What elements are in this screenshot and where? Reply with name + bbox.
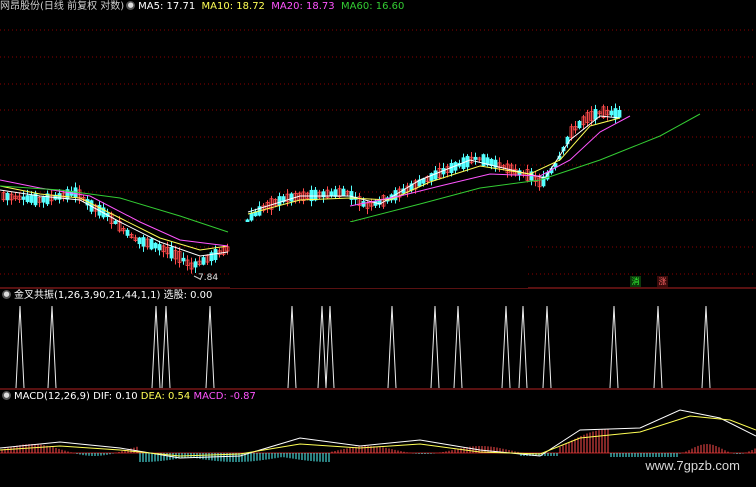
macd-value: MACD: -0.87 (193, 391, 256, 402)
candle-body (593, 109, 598, 120)
signal-spike (701, 305, 711, 389)
signal-header: ● 金叉共振(1,26,3,90,21,44,1,1) 选股: 0.00 (0, 290, 212, 302)
signal-spike (287, 305, 297, 389)
candle-body (157, 244, 162, 251)
macd-dea: DEA: 0.54 (140, 391, 191, 402)
macd-lines (0, 409, 756, 459)
candle-body (289, 193, 294, 202)
low-price-label: 7.84 (198, 273, 219, 283)
candle-body (141, 237, 146, 247)
candle-body (193, 261, 198, 268)
ma10-legend: MA10: 18.72 (201, 1, 265, 12)
stock-chart-window: { "header": { "title": "\u7f51\u6602\u80… (0, 0, 756, 487)
candle-body (137, 237, 142, 245)
signal-spike (430, 305, 440, 389)
chart-header: 网昂股份(日线 前复权 对数) ● MA5: 17.71 MA10: 18.72 M… (0, 1, 404, 13)
candle-body (333, 189, 338, 197)
ma20-legend: MA20: 18.73 (271, 1, 335, 12)
macd-histogram (1, 429, 756, 462)
candle-body (245, 219, 250, 223)
signal-spike (47, 305, 57, 389)
signal-spike (15, 305, 25, 389)
candle-body (329, 191, 334, 196)
signal-spike (161, 305, 171, 389)
candle-body (473, 156, 478, 160)
candle-body (29, 195, 34, 203)
candle-body (213, 249, 218, 261)
candle-body (169, 246, 174, 259)
badge-red: 涨 (657, 276, 668, 287)
macd-dif-line (0, 409, 756, 459)
macd-indicator-name: MACD(12,26,9) (14, 391, 90, 402)
watermark: www.7gpzb.com (645, 458, 740, 473)
signal-spike (387, 305, 397, 389)
ma20-line-left (0, 179, 229, 247)
signal-value: 选股: 0.00 (163, 290, 213, 301)
candle-body (617, 109, 622, 118)
signal-settings-bullet-icon[interactable]: ● (2, 290, 11, 299)
candle-body (149, 238, 154, 250)
signal-indicator-name: 金叉共振(1,26,3,90,21,44,1,1) (14, 290, 161, 301)
macd-dea-line (0, 415, 756, 457)
signal-spike (542, 305, 552, 389)
candle-body (433, 170, 438, 180)
signal-spike (205, 305, 215, 389)
candle-body (25, 195, 30, 202)
signal-spike (501, 305, 511, 389)
settings-bullet-icon[interactable]: ● (126, 1, 136, 10)
ma5-legend: MA5: 17.71 (138, 1, 196, 12)
candle-body (613, 108, 618, 119)
ma60-legend: MA60: 16.60 (341, 1, 405, 12)
signal-spike (151, 305, 161, 389)
candle-body (181, 257, 186, 262)
signal-spike (325, 305, 335, 389)
ma60-line-right (349, 113, 701, 223)
badge-green: 消 (630, 276, 641, 287)
signal-spike (653, 305, 663, 389)
candle-body (609, 110, 614, 116)
signal-spike (453, 305, 463, 389)
candle-body (125, 229, 130, 236)
signal-spikes (15, 305, 711, 389)
stock-title: 网昂股份(日线 前复权 对数) (0, 1, 125, 12)
chart-canvas (0, 29, 756, 462)
signal-spike (317, 305, 327, 389)
macd-dif: DIF: 0.10 (93, 391, 138, 402)
candle-body (577, 120, 582, 129)
ma10-line-right (247, 117, 621, 215)
chart-gap-block (230, 222, 528, 288)
candle-body (21, 196, 26, 200)
macd-settings-bullet-icon[interactable]: ● (2, 391, 11, 400)
macd-header: ● MACD(12,26,9) DIF: 0.10 DEA: 0.54 MACD:… (0, 391, 256, 403)
candle-body (341, 188, 346, 196)
candle-body (113, 220, 118, 224)
candle-body (5, 192, 10, 201)
candle-body (201, 257, 206, 265)
candle-body (313, 189, 318, 201)
candle-body (277, 196, 282, 206)
signal-spike (518, 305, 528, 389)
candle-body (153, 242, 158, 249)
candle-body (249, 212, 254, 221)
candle-body (41, 196, 46, 203)
signal-spike (609, 305, 619, 389)
